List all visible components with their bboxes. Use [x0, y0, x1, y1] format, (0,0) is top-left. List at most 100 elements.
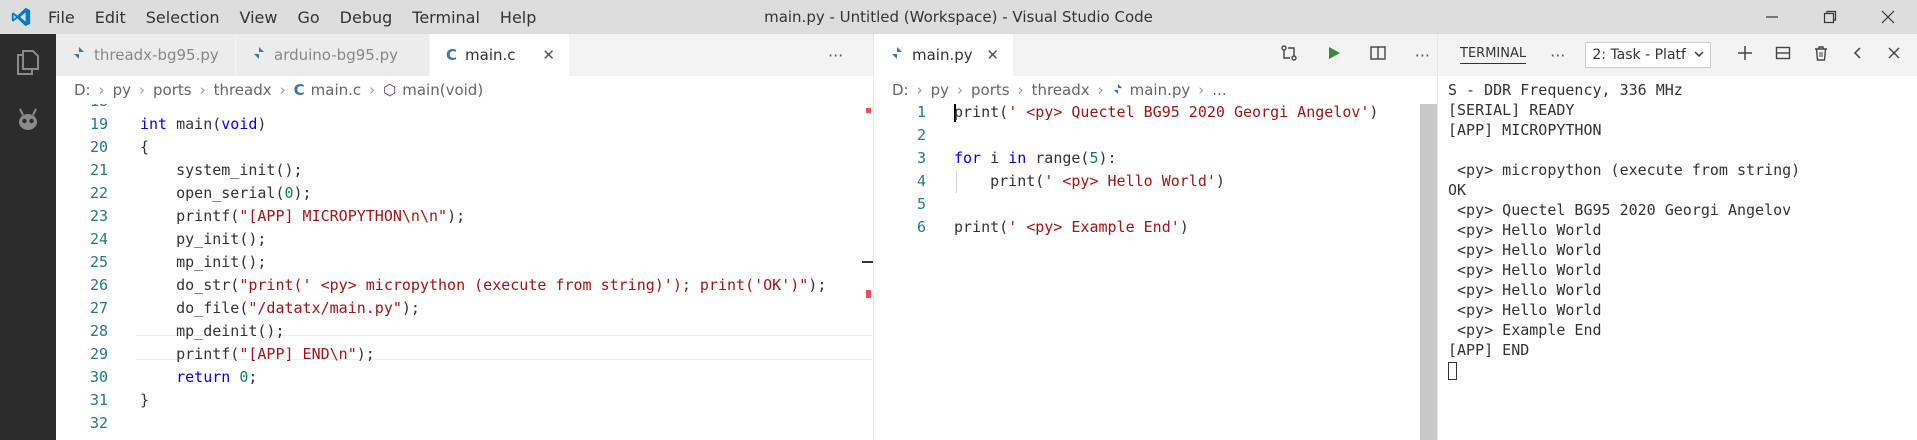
- code-token: "print(' <py> micropython (execute from …: [239, 276, 809, 294]
- panel-divider[interactable]: [1437, 34, 1438, 440]
- split-editor-icon[interactable]: [1369, 44, 1387, 66]
- code-line: do_file("/datatx/main.py");: [140, 297, 420, 320]
- menu-terminal[interactable]: Terminal: [412, 8, 480, 27]
- right-code-editor[interactable]: 1 print(' <py> Quectel BG95 2020 Georgi A…: [874, 101, 1420, 440]
- terminal-line: <py> Hello World: [1448, 221, 1602, 239]
- tab-label: arduino-bg95.py: [274, 46, 398, 64]
- line-number: 29: [89, 345, 108, 363]
- code-token: system_init();: [140, 161, 303, 179]
- breadcrumb-item[interactable]: main(void): [402, 81, 483, 99]
- line-number: 21: [89, 161, 108, 179]
- restore-button[interactable]: [1801, 0, 1859, 34]
- code-token: i: [981, 149, 1009, 167]
- breadcrumb-item[interactable]: py: [113, 81, 131, 99]
- code-line: py_init();: [140, 228, 266, 251]
- code-token: print(: [954, 103, 1009, 121]
- code-token: ):: [1098, 149, 1117, 167]
- menu-edit[interactable]: Edit: [95, 8, 126, 27]
- code-line: system_init();: [140, 159, 303, 182]
- breadcrumb-item[interactable]: D:: [892, 81, 909, 99]
- breadcrumb: D: › py › ports › threadx › main.py › ...: [892, 76, 1432, 104]
- tab-label: main.c: [465, 46, 516, 64]
- split-terminal-icon[interactable]: [1775, 45, 1791, 65]
- python-icon: [252, 46, 266, 64]
- code-line: do_str("print(' <py> micropython (execut…: [140, 274, 826, 297]
- code-token: py_init();: [140, 230, 267, 248]
- scrollbar[interactable]: [1420, 104, 1438, 440]
- compare-changes-icon[interactable]: [1280, 44, 1298, 66]
- code-line: open_serial(0);: [140, 182, 311, 205]
- line-number: 25: [89, 253, 108, 271]
- close-icon: [1881, 10, 1895, 24]
- platformio-button[interactable]: [12, 104, 44, 136]
- menu-help[interactable]: Help: [500, 8, 536, 27]
- code-token: ' <py> Quectel BG95 2020 Georgi Angelov': [1008, 103, 1370, 121]
- python-icon: [1112, 81, 1124, 99]
- breadcrumb-item[interactable]: py: [931, 81, 949, 99]
- breadcrumb-item[interactable]: threadx: [1032, 81, 1090, 99]
- code-token: open_serial(: [140, 184, 285, 202]
- line-number: 24: [89, 230, 108, 248]
- files-icon: [17, 50, 39, 75]
- more-actions-icon[interactable]: ···: [1415, 46, 1430, 65]
- code-token: {: [140, 138, 150, 156]
- breadcrumb-item[interactable]: threadx: [214, 81, 272, 99]
- menu-file[interactable]: File: [48, 8, 75, 27]
- code-token: void: [221, 115, 258, 133]
- close-window-button[interactable]: [1859, 0, 1917, 34]
- breadcrumb-item[interactable]: main.c: [311, 81, 362, 99]
- code-token: "/datatx/main.py": [248, 299, 402, 317]
- code-token: );: [447, 207, 466, 225]
- terminal-output[interactable]: S - DDR Frequency, 336 MHz [SERIAL] READY…: [1448, 80, 1800, 380]
- menu-debug[interactable]: Debug: [340, 8, 393, 27]
- new-terminal-icon[interactable]: [1737, 45, 1753, 65]
- restore-icon: [1823, 10, 1837, 24]
- activity-bar: [0, 34, 56, 440]
- close-panel-icon[interactable]: [1887, 46, 1901, 64]
- terminal-line: <py> Hello World: [1448, 301, 1602, 319]
- terminal-title[interactable]: TERMINAL: [1460, 46, 1527, 64]
- menu-selection[interactable]: Selection: [146, 8, 220, 27]
- code-token: mp_init();: [140, 253, 267, 271]
- terminal-line: S - DDR Frequency, 336 MHz: [1448, 81, 1683, 99]
- cube-icon: ⬡: [383, 81, 397, 99]
- terminal-select[interactable]: 2: Task - Platf: [1585, 42, 1712, 68]
- more-actions-icon[interactable]: ···: [1550, 46, 1565, 65]
- breadcrumb: D: › py › ports › threadx › C main.c › ⬡ main…: [74, 76, 874, 104]
- explorer-button[interactable]: [12, 46, 44, 78]
- tab-arduino-bg95[interactable]: arduino-bg95.py: [236, 34, 430, 76]
- code-token: 0: [284, 184, 294, 202]
- close-tab-icon[interactable]: ✕: [986, 46, 999, 64]
- close-tab-icon[interactable]: ✕: [542, 46, 555, 64]
- code-token: printf(: [140, 207, 240, 225]
- terminal-header: TERMINAL ··· 2: Task - Platf: [1438, 34, 1917, 76]
- line-number: 20: [89, 138, 108, 156]
- terminal-line: <py> Example End: [1448, 321, 1602, 339]
- trash-icon[interactable]: [1813, 45, 1829, 65]
- tab-threadx-bg95[interactable]: threadx-bg95.py: [56, 34, 236, 76]
- code-token: "[APP] MICROPYTHON\n\n": [239, 207, 448, 225]
- menu-view[interactable]: View: [240, 8, 278, 27]
- run-icon[interactable]: [1326, 45, 1342, 65]
- breadcrumb-item[interactable]: ports: [971, 81, 1010, 99]
- breadcrumb-item[interactable]: ports: [153, 81, 192, 99]
- code-line: print(' <py> Hello World'): [954, 170, 1225, 193]
- tab-main-py[interactable]: main.py ✕: [874, 34, 1014, 76]
- code-line: }: [140, 389, 149, 412]
- chevron-left-icon[interactable]: [1851, 46, 1865, 64]
- code-line: printf("[APP] MICROPYTHON\n\n");: [140, 205, 465, 228]
- code-token: ): [1179, 218, 1189, 236]
- breadcrumb-item[interactable]: D:: [74, 81, 91, 99]
- code-token: ): [257, 115, 267, 133]
- more-actions-icon[interactable]: ···: [828, 46, 843, 65]
- breadcrumb-item[interactable]: main.py: [1130, 81, 1191, 99]
- minimize-button[interactable]: [1743, 0, 1801, 34]
- line-number: 28: [89, 322, 108, 340]
- breadcrumb-item[interactable]: ...: [1212, 81, 1226, 99]
- menu-go[interactable]: Go: [297, 8, 319, 27]
- code-token: }: [140, 391, 150, 409]
- tab-main-c[interactable]: C main.c ✕: [430, 34, 570, 76]
- left-code-editor[interactable]: 18 19 int main(void) 20 {21 system_init(); 22…: [56, 104, 874, 440]
- code-token: do_file(: [140, 299, 249, 317]
